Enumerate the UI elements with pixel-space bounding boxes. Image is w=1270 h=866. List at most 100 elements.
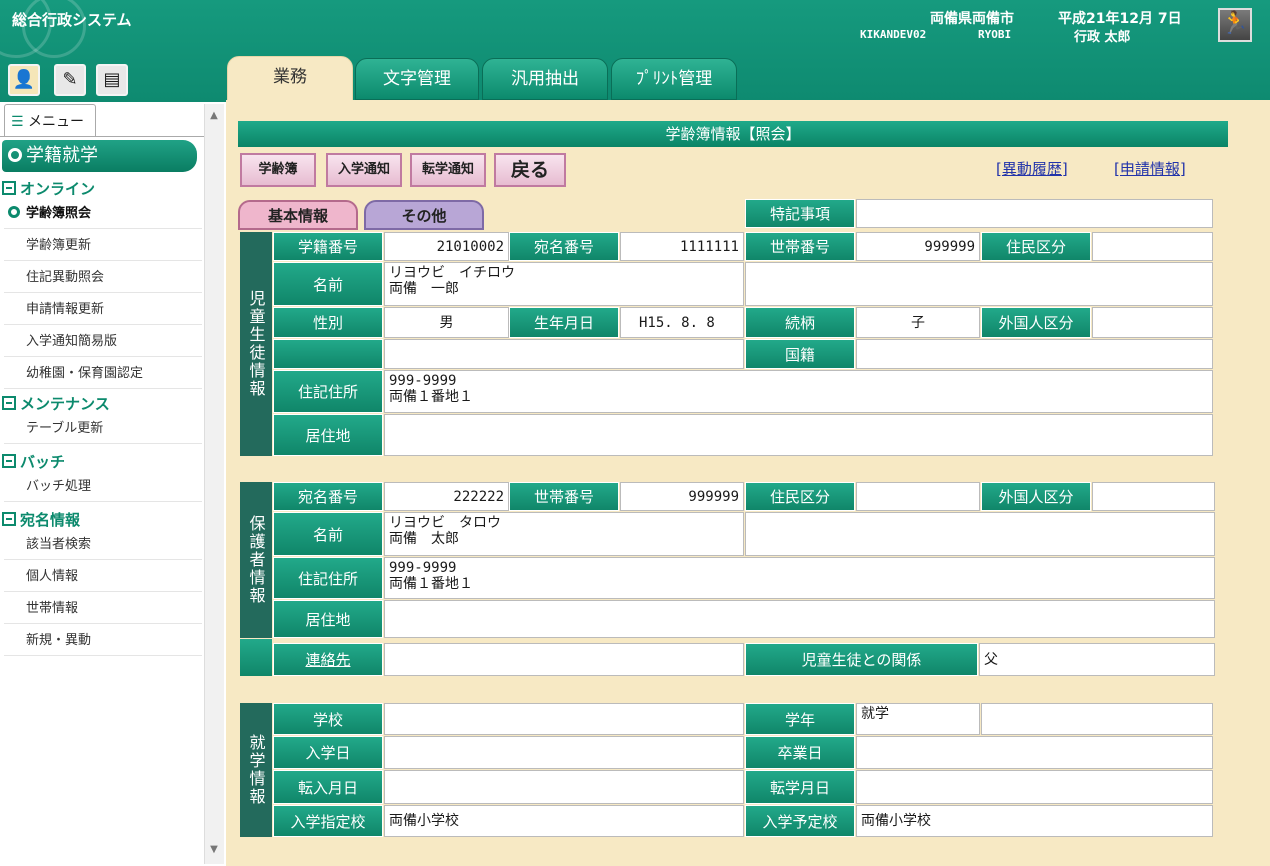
subtab-kihon[interactable]: 基本情報 — [238, 200, 358, 230]
g-jumin-label: 住民区分 — [745, 482, 855, 511]
user-id: RYOBI — [978, 28, 1012, 41]
menu-header-label: 学籍就学 — [26, 145, 98, 166]
jumin-kubun-label: 住民区分 — [981, 232, 1091, 261]
menu-item-juki-ido[interactable]: 住記異動照会 — [4, 263, 202, 293]
name-value: リヨウビ イチロウ 両備 一郎 — [384, 262, 744, 306]
scroll-down-icon[interactable]: ▼ — [206, 842, 222, 858]
menu-scrollbar[interactable] — [204, 104, 224, 864]
birth-label: 生年月日 — [509, 307, 619, 338]
menu-header[interactable]: 学籍就学 — [2, 140, 197, 172]
section-label-guardian-tail — [240, 639, 272, 676]
menu-item-shinki-ido[interactable]: 新規・異動 — [4, 626, 202, 656]
gakuseki-value: 21010002 — [384, 232, 509, 261]
menu-item-gaitosha[interactable]: 該当者検索 — [4, 530, 202, 560]
running-man-icon: 🏃 — [1221, 11, 1249, 36]
g-name-label: 名前 — [273, 512, 383, 556]
menu-item-shinsei[interactable]: 申請情報更新 — [4, 295, 202, 325]
tab-print-kanri[interactable]: ﾌﾟﾘﾝﾄ管理 — [611, 58, 737, 100]
setai-value: 999999 — [856, 232, 980, 261]
menu-category-batch[interactable]: バッチ — [2, 451, 65, 472]
kyojuchi-value — [384, 414, 1213, 456]
menu-category-atena[interactable]: 宛名情報 — [2, 509, 80, 530]
section-label-school: 就学情報 — [240, 703, 272, 837]
setai-label: 世帯番号 — [745, 232, 855, 261]
menu-category-online[interactable]: オンライン — [2, 178, 95, 199]
grade-value: 就学 — [856, 703, 980, 735]
gakureibo-button[interactable]: 学齢簿 — [240, 153, 316, 187]
g-contact-value — [384, 643, 744, 676]
g-address-value: 999-9999 両備１番地１ — [384, 557, 1215, 599]
kokuseki-label: 国籍 — [745, 339, 855, 369]
gaikoku-value — [1092, 307, 1213, 338]
menu-list-icon: ☰ — [11, 114, 24, 130]
grad-label: 卒業日 — [745, 736, 855, 769]
app-title: 総合行政システム — [12, 11, 132, 29]
header-date: 平成21年12月 7日 — [1058, 11, 1182, 27]
ido-rireki-link[interactable]: [異動履歴] — [996, 158, 1068, 179]
g-gaikoku-label: 外国人区分 — [981, 482, 1091, 511]
atena-value: 1111111 — [620, 232, 744, 261]
collapse-icon — [2, 454, 16, 468]
name-label: 名前 — [273, 262, 383, 306]
tab-hanyou-chushutsu[interactable]: 汎用抽出 — [482, 58, 608, 100]
transfer-in-value — [384, 770, 744, 804]
gakuseki-label: 学籍番号 — [273, 232, 383, 261]
g-name-value: リヨウビ タロウ 両備 太郎 — [384, 512, 744, 556]
g-relation-label: 児童生徒との関係 — [745, 643, 978, 676]
g-gaikoku-value — [1092, 482, 1215, 511]
g-kyojuchi-value — [384, 600, 1215, 638]
menu-item-yochien[interactable]: 幼稚園・保育園認定 — [4, 359, 202, 389]
tengaku-tsuchi-button[interactable]: 転学通知 — [410, 153, 486, 187]
blank-value — [384, 339, 744, 369]
user-name: 行政 太郎 — [1074, 30, 1131, 45]
menu-item-gakureibo-shokai[interactable]: 学齢簿照会 — [4, 199, 202, 229]
section-label-guardian: 保護者情報 — [240, 482, 272, 638]
menu-item-kojin[interactable]: 個人情報 — [4, 562, 202, 592]
menu-tab[interactable]: ☰ メニュー — [4, 104, 96, 136]
planned-label: 入学予定校 — [745, 805, 855, 837]
g-jumin-value — [856, 482, 980, 511]
menu-item-nyugaku-tsuchi[interactable]: 入学通知簡易版 — [4, 327, 202, 357]
transfer-value — [856, 770, 1213, 804]
jumin-kubun-value — [1092, 232, 1213, 261]
tokki-value — [856, 199, 1213, 228]
sex-value: 男 — [384, 307, 509, 338]
school-value — [384, 703, 744, 735]
terminal-id: KIKANDEV02 — [860, 28, 927, 41]
menu-item-batch-shori[interactable]: バッチ処理 — [4, 472, 202, 502]
designated-label: 入学指定校 — [273, 805, 383, 837]
kyojuchi-label: 居住地 — [273, 414, 383, 456]
menu-item-gakureibo-koshin[interactable]: 学齢簿更新 — [4, 231, 202, 261]
sex-label: 性別 — [273, 307, 383, 338]
subtab-sonota[interactable]: その他 — [364, 200, 484, 230]
form-title: 学齢簿情報【照会】 — [238, 121, 1228, 147]
designated-value: 両備小学校 — [384, 805, 744, 837]
exit-button[interactable]: 🏃 — [1218, 8, 1252, 42]
nyugaku-tsuchi-button[interactable]: 入学通知 — [326, 153, 402, 187]
menu-item-table-koshin[interactable]: テーブル更新 — [4, 414, 202, 444]
g-atena-label: 宛名番号 — [273, 482, 383, 511]
kokuseki-value — [856, 339, 1213, 369]
g-contact-label[interactable]: 連絡先 — [273, 643, 383, 676]
g-address-label: 住記住所 — [273, 557, 383, 599]
windows-icon[interactable]: ▤ — [96, 64, 128, 96]
g-kyojuchi-label: 居住地 — [273, 600, 383, 638]
tab-gyomu[interactable]: 業務 — [227, 56, 353, 102]
shinsei-joho-link[interactable]: [申請情報] — [1114, 158, 1186, 179]
user-settings-icon[interactable]: 👤 — [8, 64, 40, 96]
collapse-icon — [2, 181, 16, 195]
menu-item-setai[interactable]: 世帯情報 — [4, 594, 202, 624]
tokki-label: 特記事項 — [745, 199, 855, 228]
school-label: 学校 — [273, 703, 383, 735]
tab-moji-kanri[interactable]: 文字管理 — [355, 58, 479, 100]
menu-category-maintenance[interactable]: メンテナンス — [2, 393, 110, 414]
g-setai-value: 999999 — [620, 482, 744, 511]
birth-value: H15. 8. 8 — [620, 307, 744, 338]
atena-label: 宛名番号 — [509, 232, 619, 261]
back-button[interactable]: 戻る — [494, 153, 566, 187]
scroll-up-icon[interactable]: ▲ — [206, 108, 222, 124]
collapse-icon — [2, 512, 16, 526]
edit-note-icon[interactable]: ✎ — [54, 64, 86, 96]
grad-value — [856, 736, 1213, 769]
grade-label: 学年 — [745, 703, 855, 735]
